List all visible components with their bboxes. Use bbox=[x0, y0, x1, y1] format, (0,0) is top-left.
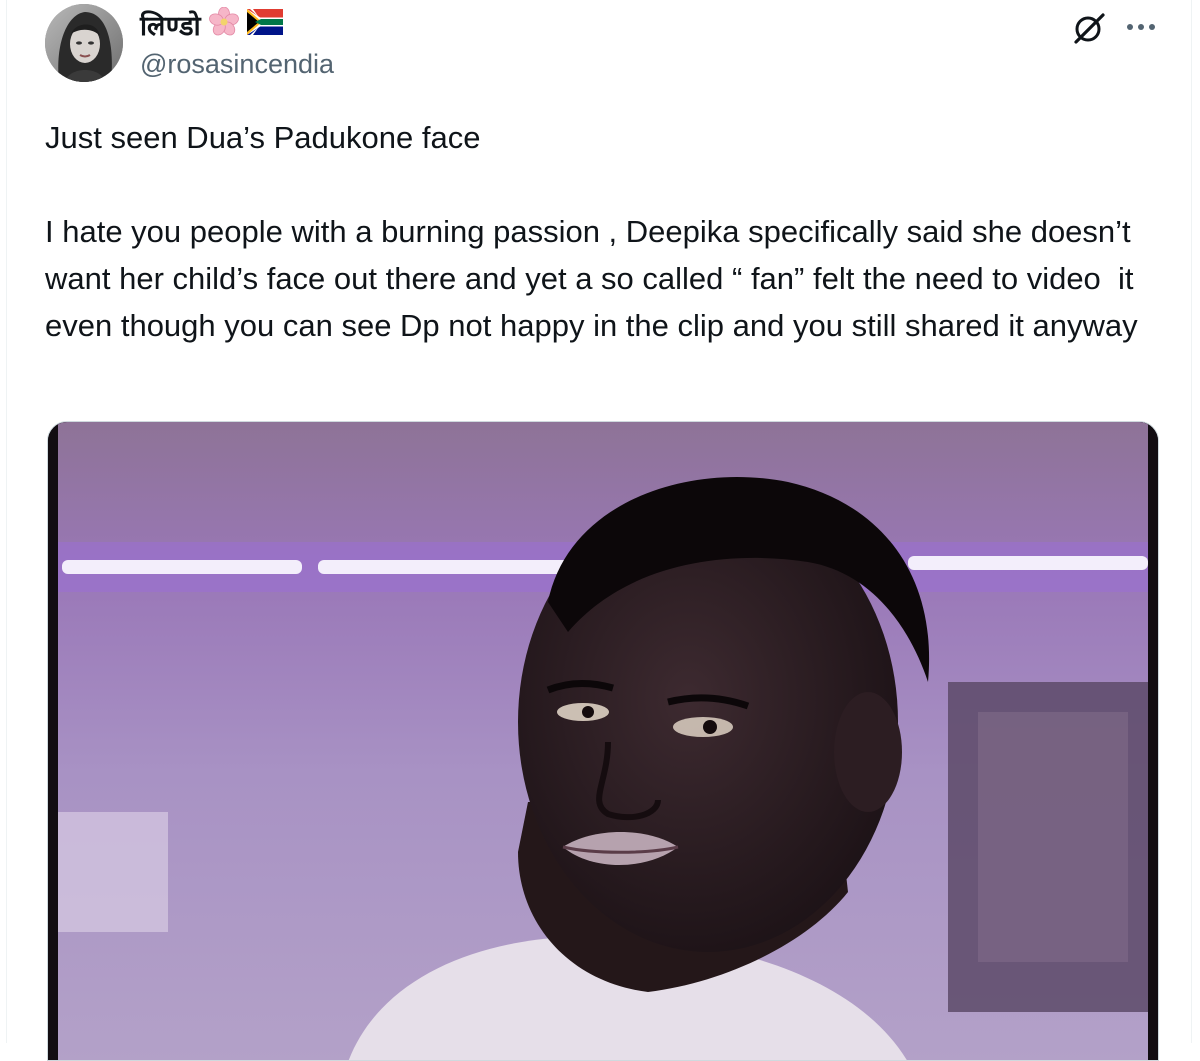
south-africa-flag-icon bbox=[247, 8, 284, 40]
tweet-text: Just seen Dua’s Padukone face I hate you… bbox=[45, 120, 1138, 343]
author-handle[interactable]: @rosasincendia bbox=[140, 49, 334, 80]
display-name[interactable]: लिण्डो bbox=[140, 6, 201, 43]
tweet-card: लिण्डो @rosasincendia Just seen Dua’s Pa… bbox=[6, 0, 1192, 1061]
avatar[interactable] bbox=[45, 4, 123, 82]
more-icon[interactable] bbox=[1122, 12, 1160, 40]
author-name-row[interactable]: लिण्डो bbox=[140, 6, 284, 43]
tweet-media-video[interactable] bbox=[47, 421, 1159, 1061]
flower-emoji bbox=[209, 6, 239, 42]
grok-icon[interactable] bbox=[1071, 10, 1107, 46]
